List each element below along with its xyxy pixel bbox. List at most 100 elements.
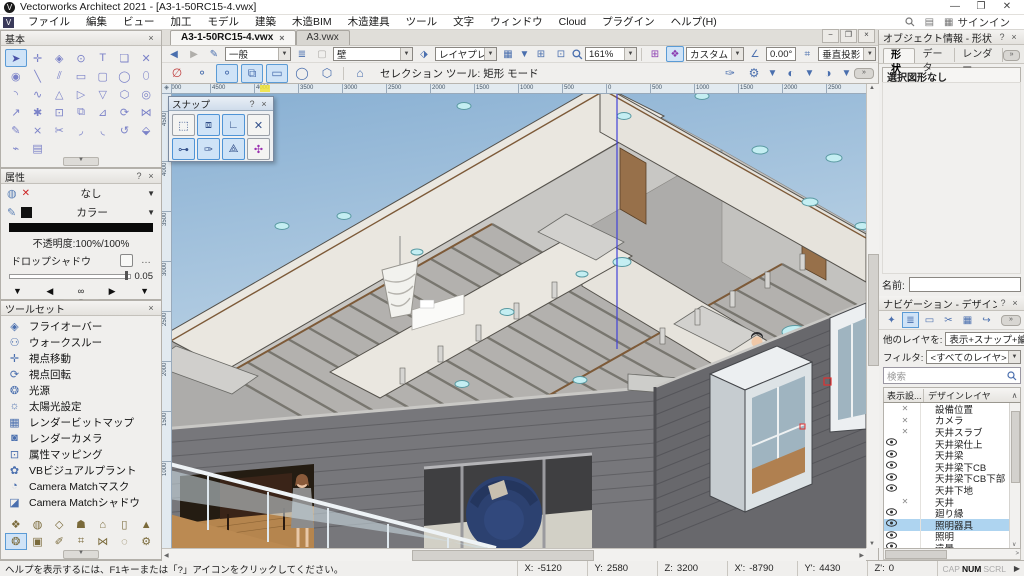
- visible-eye-icon[interactable]: [884, 450, 898, 461]
- nav-mode-icon-4[interactable]: ▦: [959, 312, 976, 328]
- mdi-minimize-button[interactable]: −: [822, 29, 839, 43]
- nav-mode-icon-5[interactable]: ↪: [978, 312, 995, 328]
- nav-mode-icon-0[interactable]: ✦: [883, 312, 900, 328]
- rotation-angle-input[interactable]: 0.00°: [766, 47, 796, 61]
- minimize-button[interactable]: —: [942, 1, 968, 14]
- dropshadow-more-button[interactable]: …: [141, 255, 151, 266]
- mdi-close-button[interactable]: ×: [858, 29, 875, 43]
- basic-tool-35[interactable]: ⌁: [5, 139, 27, 157]
- forward-view-button[interactable]: ▶: [185, 46, 203, 62]
- active-layer-dropdown[interactable]: 壁▼: [333, 47, 413, 61]
- toolset-item-6[interactable]: ▦レンダービットマップ: [1, 414, 161, 430]
- close-icon[interactable]: ×: [1009, 298, 1021, 308]
- toolset-collapse-bar[interactable]: ▼: [1, 550, 161, 559]
- basic-tool-21[interactable]: ↗: [5, 103, 27, 121]
- tab-close-icon[interactable]: ×: [279, 31, 284, 45]
- disable-interactive-icon[interactable]: ∅: [166, 64, 188, 83]
- toolset-category-icon-3[interactable]: ☗: [70, 516, 92, 533]
- visible-eye-icon[interactable]: [884, 542, 898, 549]
- polygon-marquee-mode[interactable]: ⬡: [316, 64, 338, 83]
- basic-tool-10[interactable]: ▭: [70, 67, 92, 85]
- class-options-icon[interactable]: ✎: [205, 46, 223, 62]
- zoom-icon[interactable]: [572, 49, 583, 60]
- layer-name[interactable]: 遠景: [921, 541, 1020, 549]
- view-preset-dropdown[interactable]: カスタム▼: [686, 47, 744, 61]
- tab-document-1[interactable]: A3-1-50RC15-4.vwx ×: [170, 30, 296, 45]
- dropshadow-checkbox[interactable]: [120, 254, 133, 267]
- basic-tool-1[interactable]: ✛: [27, 49, 49, 67]
- snap-mode-0[interactable]: ⬚: [172, 114, 195, 136]
- basic-tool-31[interactable]: ◞: [70, 121, 92, 139]
- toolset-item-0[interactable]: ◈フライオーバー: [1, 318, 161, 334]
- constraint-icon[interactable]: ⌗: [798, 46, 816, 62]
- multiview-icon[interactable]: ⊞: [646, 46, 664, 62]
- canvas-horizontal-scrollbar[interactable]: ◀ ▶: [162, 548, 866, 561]
- menu-3[interactable]: 加工: [163, 15, 200, 30]
- navigation-titlebar[interactable]: ナビゲーション - デザインレイヤ ? ×: [879, 296, 1024, 311]
- close-icon[interactable]: ×: [145, 171, 157, 181]
- basic-tool-33[interactable]: ↺: [114, 121, 136, 139]
- toolset-item-2[interactable]: ✛視点移動: [1, 350, 161, 366]
- toolset-item-7[interactable]: ◙レンダーカメラ: [1, 430, 161, 446]
- saved-view-menu[interactable]: ▦: [499, 46, 517, 62]
- toolset-palette-titlebar[interactable]: ツールセット ×: [1, 301, 161, 316]
- toolset-item-10[interactable]: ◔Camera Matchマスク: [1, 478, 161, 494]
- basic-tool-36[interactable]: ▤: [27, 139, 49, 157]
- basic-tool-20[interactable]: ◎: [135, 85, 157, 103]
- close-icon[interactable]: ×: [145, 33, 157, 43]
- visible-eye-icon[interactable]: [884, 461, 898, 472]
- filter-b-icon[interactable]: ◑: [817, 64, 839, 83]
- pickup-settings-icon[interactable]: ✑: [719, 64, 741, 83]
- basic-tool-9[interactable]: ⫽: [48, 67, 70, 85]
- toolset-category-icon-7[interactable]: ❂: [5, 533, 27, 550]
- layer-list-hscrollbar[interactable]: >: [883, 549, 1021, 560]
- basic-collapse-bar[interactable]: ▼: [1, 157, 161, 166]
- tool-preferences-icon[interactable]: ⌂: [349, 64, 371, 83]
- visible-eye-icon[interactable]: [884, 531, 898, 542]
- pen-style-icon[interactable]: ✎: [7, 206, 16, 219]
- snap-mode-1[interactable]: ⧈: [197, 114, 220, 136]
- fill-style-icon[interactable]: ◍: [7, 187, 17, 200]
- basic-tool-22[interactable]: ✱: [27, 103, 49, 121]
- basic-tool-32[interactable]: ◟: [92, 121, 114, 139]
- toolset-category-icon-2[interactable]: ◇: [48, 516, 70, 533]
- nav-mode-icon-1[interactable]: ≣: [902, 312, 919, 328]
- basic-tool-30[interactable]: ✂: [48, 121, 70, 139]
- canvas-vertical-scrollbar[interactable]: ▲ ▼: [866, 84, 879, 548]
- scroll-up-icon[interactable]: ∧: [1009, 391, 1020, 400]
- filter-a-icon[interactable]: ◐: [780, 64, 802, 83]
- search-icon[interactable]: [905, 17, 915, 27]
- attributes-palette-titlebar[interactable]: 属性 ? ×: [1, 169, 161, 184]
- basic-tool-16[interactable]: △: [48, 85, 70, 103]
- toolset-category-icon-8[interactable]: ▣: [27, 533, 49, 550]
- visible-eye-icon[interactable]: [884, 438, 898, 449]
- tab-document-2[interactable]: A3.vwx: [296, 30, 350, 45]
- snap-palette-titlebar[interactable]: スナップ ? ×: [169, 97, 273, 111]
- visible-eye-icon[interactable]: [884, 484, 898, 495]
- snap-mode-4[interactable]: ⊶: [172, 138, 195, 160]
- menu-7[interactable]: 木造建具: [340, 15, 398, 30]
- basic-tool-2[interactable]: ◈: [48, 49, 70, 67]
- modebar-overflow-button[interactable]: »: [854, 68, 874, 79]
- other-layers-dropdown[interactable]: 表示+スナップ+編集▼: [945, 332, 1024, 346]
- menu-1[interactable]: 編集: [78, 15, 115, 30]
- attr-prev-button[interactable]: ◀: [46, 286, 53, 297]
- signin-button[interactable]: ▦サインイン: [944, 15, 1010, 30]
- basic-tool-5[interactable]: ❏: [114, 49, 136, 67]
- menu-8[interactable]: ツール: [398, 15, 446, 30]
- toolset-category-icon-9[interactable]: ✐: [48, 533, 70, 550]
- no-fill-icon[interactable]: ✕: [22, 188, 30, 199]
- hidden-icon[interactable]: ✕: [898, 427, 912, 436]
- basic-tool-34[interactable]: ⬙: [135, 121, 157, 139]
- menu-9[interactable]: 文字: [445, 15, 482, 30]
- mdi-restore-button[interactable]: ❐: [840, 29, 857, 43]
- single-select-mode[interactable]: ⚬: [191, 64, 213, 83]
- visible-eye-icon[interactable]: [884, 519, 898, 530]
- layer-preset-dropdown[interactable]: レイヤプレ..▼: [435, 47, 497, 61]
- toolset-category-icon-4[interactable]: ⌂: [92, 516, 114, 533]
- basic-tool-12[interactable]: ◯: [114, 67, 136, 85]
- basic-tool-7[interactable]: ◉: [5, 67, 27, 85]
- nav-mode-icon-3[interactable]: ✂: [940, 312, 957, 328]
- toolset-item-11[interactable]: ◪Camera Matchシャドウ: [1, 494, 161, 510]
- snap-mode-7[interactable]: ✣: [247, 138, 270, 160]
